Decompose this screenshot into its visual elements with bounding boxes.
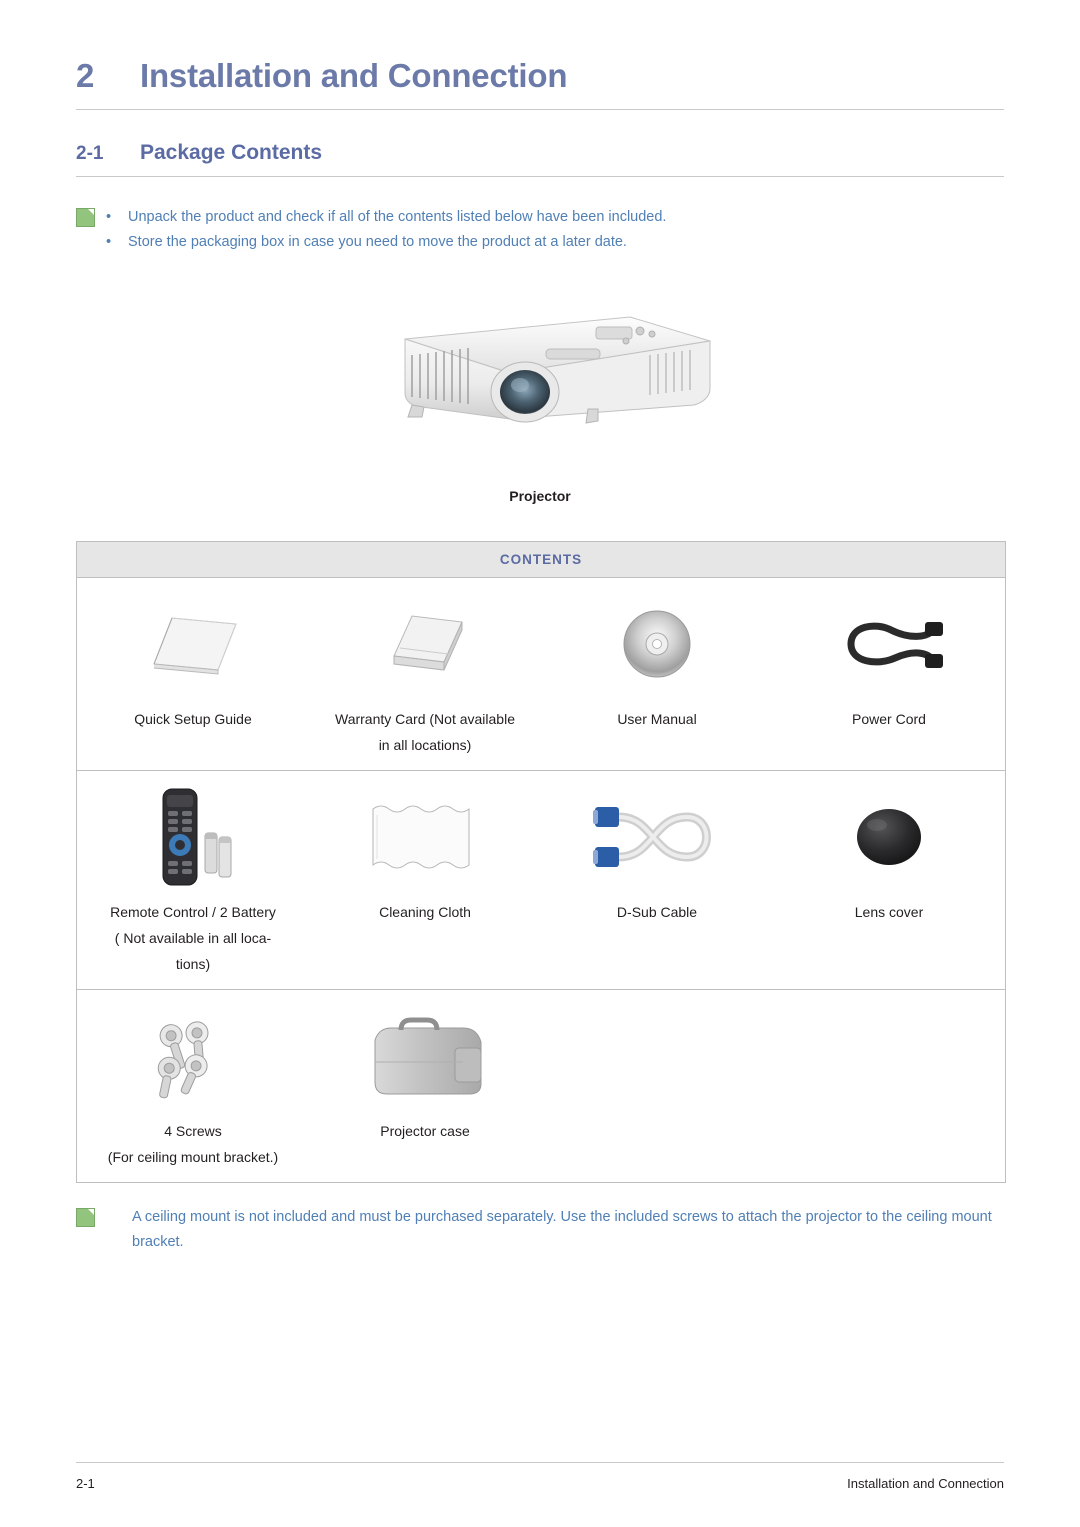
chapter-number: 2 xyxy=(76,57,95,94)
content-item-d-sub-cable: D-Sub Cable xyxy=(541,771,773,989)
note-line: • Store the packaging box in case you ne… xyxy=(106,230,1004,255)
projector-image: Projector xyxy=(76,297,1004,504)
content-item-label: Remote Control / 2 Battery ( Not availab… xyxy=(110,899,276,977)
content-item-label-line1: Remote Control / 2 Battery xyxy=(110,904,276,920)
content-item-label-line1: 4 Screws xyxy=(164,1123,222,1139)
content-item-empty xyxy=(773,990,1005,1182)
screws-icon xyxy=(85,1004,301,1108)
warranty-card-icon xyxy=(317,592,533,696)
content-item-power-cord: Power Cord xyxy=(773,578,1005,770)
bottom-note: A ceiling mount is not included and must… xyxy=(76,1205,1004,1255)
section-divider xyxy=(76,176,1004,177)
content-item-label-line2: (For ceiling mount bracket.) xyxy=(107,1149,279,1165)
content-item-label-line2: ( Not available in all loca- xyxy=(114,930,272,946)
quick-setup-guide-icon xyxy=(85,592,301,696)
section-heading: 2-1 Package Contents xyxy=(76,141,1004,165)
content-item-label-line2: in all locations) xyxy=(378,737,472,753)
projector-illustration xyxy=(404,316,711,424)
section-title: Package Contents xyxy=(140,141,323,164)
table-row: Quick Setup Guide Warranty Card (Not ava… xyxy=(77,578,1005,771)
contents-table: CONTENTS Quick Setup Guide Warranty Card… xyxy=(76,541,1006,1183)
content-item-quick-setup-guide: Quick Setup Guide xyxy=(77,578,309,770)
content-item-label: Cleaning Cloth xyxy=(379,904,471,920)
footer-page-number: 2-1 xyxy=(76,1476,95,1491)
chapter-title: Installation and Connection xyxy=(140,57,568,94)
top-note: • Unpack the product and check if all of… xyxy=(76,205,1004,255)
content-item-label: Quick Setup Guide xyxy=(134,711,252,727)
content-item-label: Projector case xyxy=(380,1123,470,1139)
note-line: • Unpack the product and check if all of… xyxy=(106,205,1004,230)
lens-cover-icon xyxy=(781,785,997,889)
content-item-projector-case: Projector case xyxy=(309,990,541,1182)
cleaning-cloth-icon xyxy=(317,785,533,889)
user-manual-cd-icon xyxy=(549,592,765,696)
page-footer: 2-1 Installation and Connection xyxy=(76,1462,1004,1491)
bottom-note-text: A ceiling mount is not included and must… xyxy=(132,1209,992,1250)
chapter-heading: 2 Installation and Connection xyxy=(76,0,1004,95)
content-item-lens-cover: Lens cover xyxy=(773,771,1005,989)
content-item-cleaning-cloth: Cleaning Cloth xyxy=(309,771,541,989)
d-sub-cable-icon xyxy=(549,785,765,889)
top-note-body: • Unpack the product and check if all of… xyxy=(106,205,1004,255)
table-row: 4 Screws (For ceiling mount bracket.) Pr… xyxy=(77,990,1005,1182)
projector-caption: Projector xyxy=(509,488,571,504)
document-page: 2 Installation and Connection 2-1 Packag… xyxy=(0,0,1080,1527)
power-cord-icon xyxy=(781,592,997,696)
note-line-text: Unpack the product and check if all of t… xyxy=(128,209,667,225)
content-item-label-line3: tions) xyxy=(175,956,211,972)
projector-case-icon xyxy=(317,1004,533,1108)
footer-divider xyxy=(76,1462,1004,1463)
content-item-label: Warranty Card (Not available in all loca… xyxy=(335,706,515,758)
content-item-label-line1: Warranty Card (Not available xyxy=(335,711,515,727)
content-item-label: User Manual xyxy=(617,711,697,727)
content-item-empty xyxy=(541,990,773,1182)
note-line-text: Store the packaging box in case you need… xyxy=(128,234,627,250)
content-item-label: Power Cord xyxy=(852,711,926,727)
note-icon xyxy=(76,1205,106,1255)
content-item-label: D-Sub Cable xyxy=(616,904,698,920)
table-row: Remote Control / 2 Battery ( Not availab… xyxy=(77,771,1005,990)
content-item-label: Lens cover xyxy=(854,904,924,920)
section-number: 2-1 xyxy=(76,143,104,164)
bullet-icon: • xyxy=(106,209,112,225)
footer-title: Installation and Connection xyxy=(847,1476,1004,1491)
content-item-label: 4 Screws (For ceiling mount bracket.) xyxy=(108,1118,278,1170)
bullet-icon: • xyxy=(106,234,112,250)
contents-table-header: CONTENTS xyxy=(77,542,1005,578)
content-item-screws: 4 Screws (For ceiling mount bracket.) xyxy=(77,990,309,1182)
content-item-warranty-card: Warranty Card (Not available in all loca… xyxy=(309,578,541,770)
chapter-divider xyxy=(76,109,1004,110)
content-item-remote-control: Remote Control / 2 Battery ( Not availab… xyxy=(77,771,309,989)
remote-control-icon xyxy=(85,785,301,889)
note-icon xyxy=(76,205,106,255)
content-item-user-manual: User Manual xyxy=(541,578,773,770)
